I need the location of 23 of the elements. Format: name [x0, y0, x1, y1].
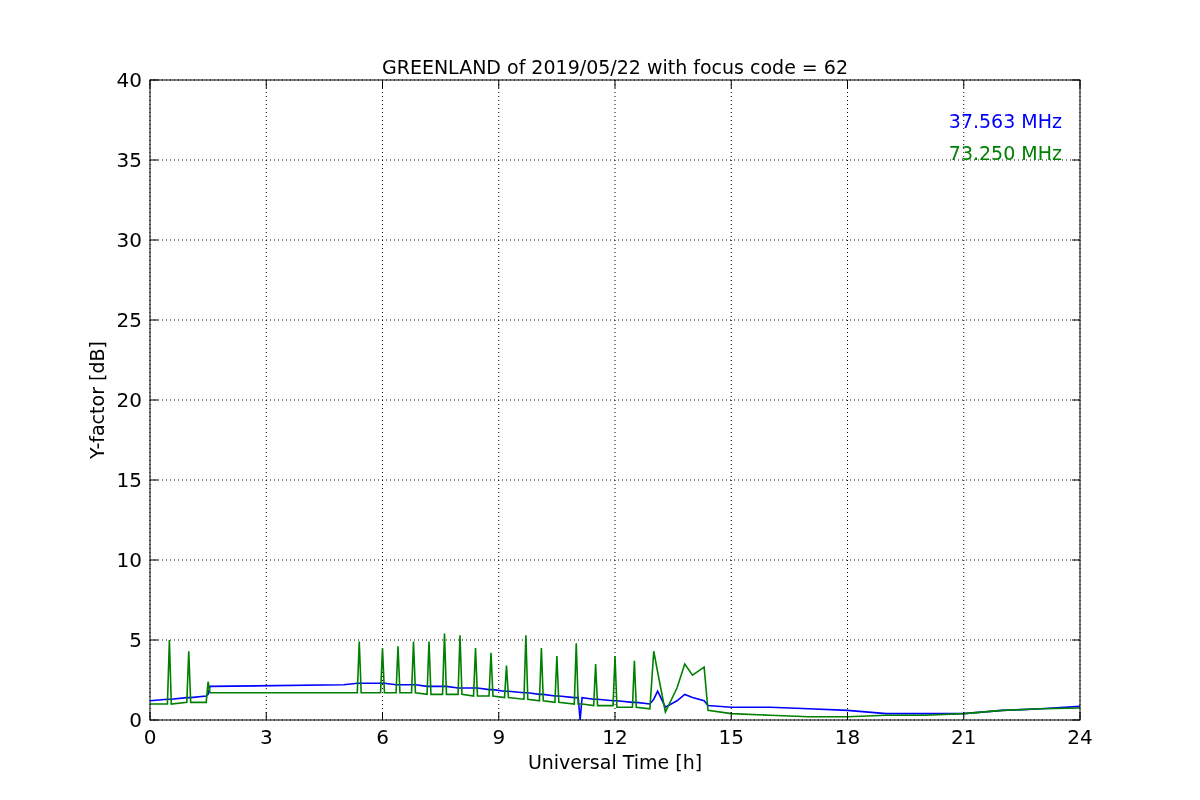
- chart-title: GREENLAND of 2019/05/22 with focus code = 62: [382, 56, 848, 78]
- y-axis-label: Y-factor [dB]: [86, 341, 108, 459]
- legend-label: 73.250 MHz: [948, 142, 1062, 164]
- tick-label: 40: [116, 68, 142, 92]
- tick-label: 10: [116, 548, 142, 572]
- tick-label: 30: [116, 228, 142, 252]
- tick-label: 3: [259, 725, 273, 749]
- tick-label: 12: [602, 725, 628, 749]
- tick-label: 21: [951, 725, 977, 749]
- tick-label: 35: [116, 148, 142, 172]
- tick-label: 20: [116, 388, 142, 412]
- tick-label: 0: [143, 725, 157, 749]
- tick-label: 18: [834, 725, 861, 749]
- tick-label: 9: [492, 725, 506, 749]
- tick-label: 0: [129, 708, 142, 732]
- tick-label: 5: [129, 628, 142, 652]
- tick-label: 15: [718, 725, 744, 749]
- tick-label: 15: [116, 468, 142, 492]
- tick-label: 25: [116, 308, 142, 332]
- tick-label: 6: [376, 725, 389, 749]
- tick-label: 24: [1067, 725, 1093, 749]
- legend-label: 37.563 MHz: [948, 110, 1062, 132]
- x-axis-label: Universal Time [h]: [527, 751, 703, 773]
